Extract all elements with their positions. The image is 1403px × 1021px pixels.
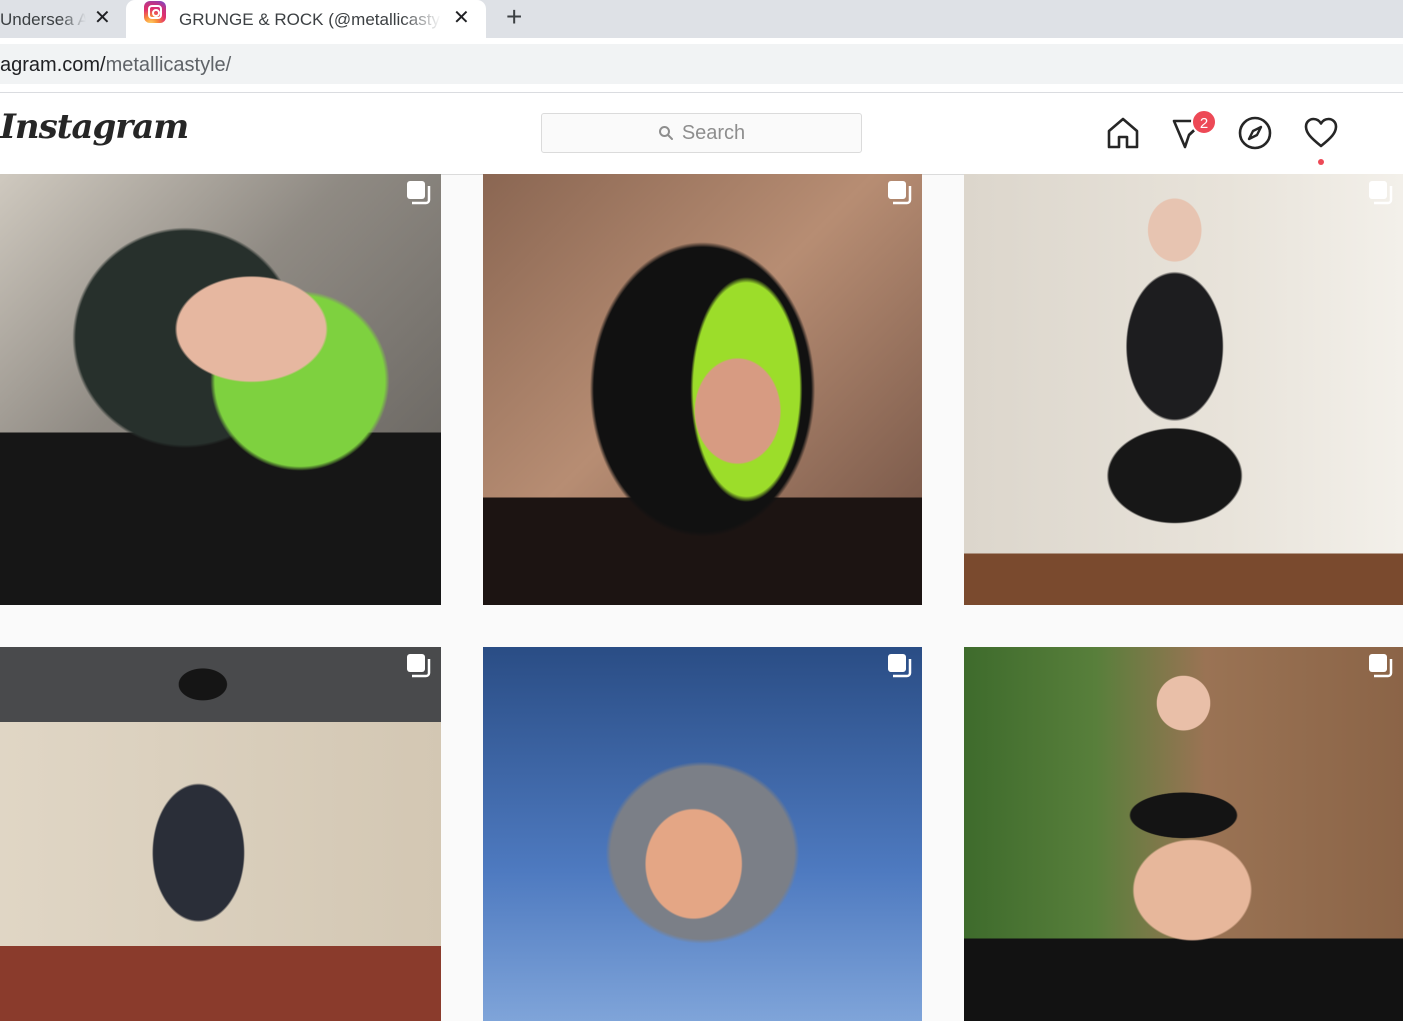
close-tab-icon[interactable]: ✕ <box>94 8 111 28</box>
home-icon[interactable] <box>1105 115 1141 151</box>
activity-heart-icon[interactable] <box>1303 115 1339 151</box>
url-host: agram.com/ <box>0 54 106 76</box>
url-text[interactable]: agram.com/metallicastyle/ <box>0 54 231 77</box>
tab-instagram[interactable]: GRUNGE & ROCK (@metallicasty ✕ <box>126 0 486 38</box>
post-thumbnail[interactable] <box>483 647 922 1021</box>
explore-compass-icon[interactable] <box>1237 115 1273 151</box>
tab-title: GRUNGE & ROCK (@metallicasty <box>179 10 440 29</box>
url-path: metallicastyle/ <box>105 54 232 76</box>
multiple-photos-icon <box>888 654 912 678</box>
address-bar: agram.com/metallicastyle/ <box>0 38 1403 93</box>
tab-title: Undersea A <box>0 10 86 29</box>
post-thumbnail[interactable] <box>964 174 1403 605</box>
search-placeholder: Search <box>681 121 746 144</box>
multiple-photos-icon <box>888 181 912 205</box>
post-thumbnail[interactable] <box>0 647 441 1021</box>
multiple-photos-icon <box>1369 181 1393 205</box>
post-thumbnail[interactable] <box>964 647 1403 1021</box>
activity-notification-dot <box>1318 159 1324 165</box>
instagram-header: Instagram Search <box>0 93 1403 175</box>
post-thumbnail[interactable] <box>0 174 441 605</box>
tab-undersea[interactable]: Undersea A ✕ <box>0 0 124 38</box>
multiple-photos-icon <box>407 654 431 678</box>
search-input[interactable]: Search <box>541 113 862 153</box>
multiple-photos-icon <box>1369 654 1393 678</box>
multiple-photos-icon <box>407 181 431 205</box>
search-icon <box>658 126 673 140</box>
direct-unread-badge: 2 <box>1191 109 1217 135</box>
post-thumbnail[interactable] <box>483 174 922 605</box>
instagram-logo[interactable]: Instagram <box>0 107 189 147</box>
instagram-favicon-icon <box>144 1 166 23</box>
close-tab-icon[interactable]: ✕ <box>453 8 470 28</box>
new-tab-button[interactable]: + <box>506 1 522 33</box>
tab-strip: Undersea A ✕ GRUNGE & ROCK (@metallicast… <box>0 0 1403 38</box>
omnibox[interactable]: agram.com/metallicastyle/ <box>0 44 1403 84</box>
